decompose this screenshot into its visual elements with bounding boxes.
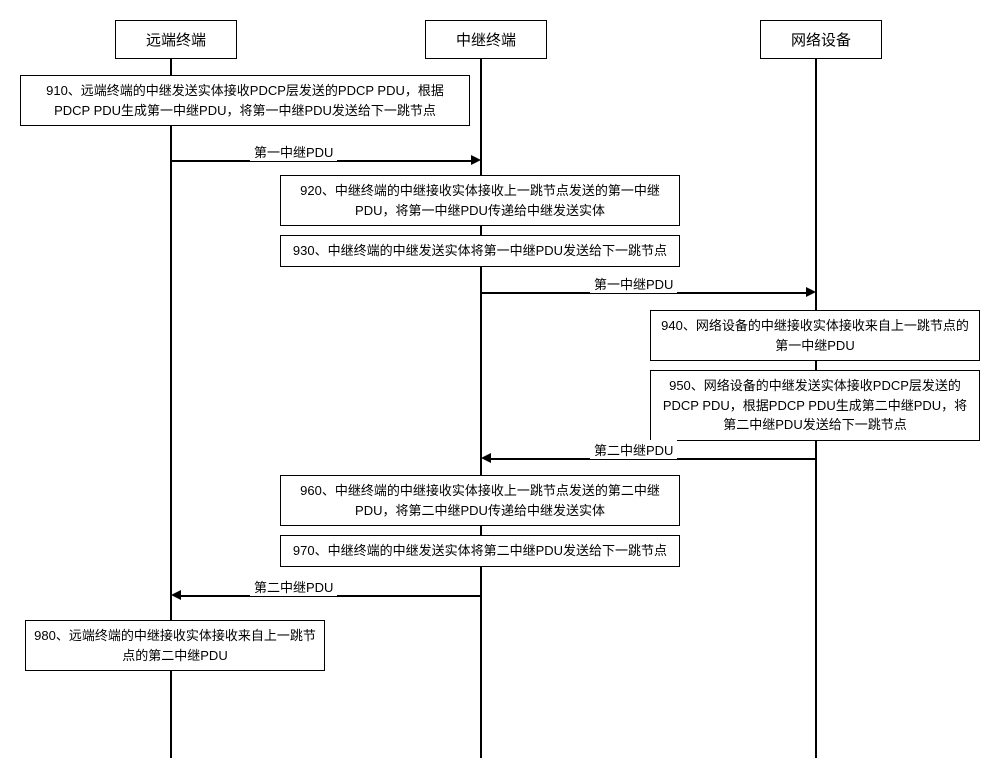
participant-remote-terminal: 远端终端 [115, 20, 237, 59]
arrow-3-head [481, 453, 491, 463]
arrow-2-label: 第一中继PDU [590, 274, 677, 293]
arrow-4-head [171, 590, 181, 600]
step-950: 950、网络设备的中继发送实体接收PDCP层发送的PDCP PDU，根据PDCP… [650, 370, 980, 441]
step-980: 980、远端终端的中继接收实体接收来自上一跳节点的第二中继PDU [25, 620, 325, 671]
participant-network-device: 网络设备 [760, 20, 882, 59]
sequence-diagram: 远端终端 中继终端 网络设备 910、远端终端的中继发送实体接收PDCP层发送的… [20, 20, 980, 763]
arrow-4-label: 第二中继PDU [250, 577, 337, 596]
arrow-1-head [471, 155, 481, 165]
step-960: 960、中继终端的中继接收实体接收上一跳节点发送的第二中继PDU，将第二中继PD… [280, 475, 680, 526]
step-930: 930、中继终端的中继发送实体将第一中继PDU发送给下一跳节点 [280, 235, 680, 267]
step-910: 910、远端终端的中继发送实体接收PDCP层发送的PDCP PDU，根据PDCP… [20, 75, 470, 126]
step-970: 970、中继终端的中继发送实体将第二中继PDU发送给下一跳节点 [280, 535, 680, 567]
participant-relay-terminal: 中继终端 [425, 20, 547, 59]
arrow-2-head [806, 287, 816, 297]
arrow-1-label: 第一中继PDU [250, 142, 337, 161]
step-940: 940、网络设备的中继接收实体接收来自上一跳节点的第一中继PDU [650, 310, 980, 361]
step-920: 920、中继终端的中继接收实体接收上一跳节点发送的第一中继PDU，将第一中继PD… [280, 175, 680, 226]
arrow-3-label: 第二中继PDU [590, 440, 677, 459]
